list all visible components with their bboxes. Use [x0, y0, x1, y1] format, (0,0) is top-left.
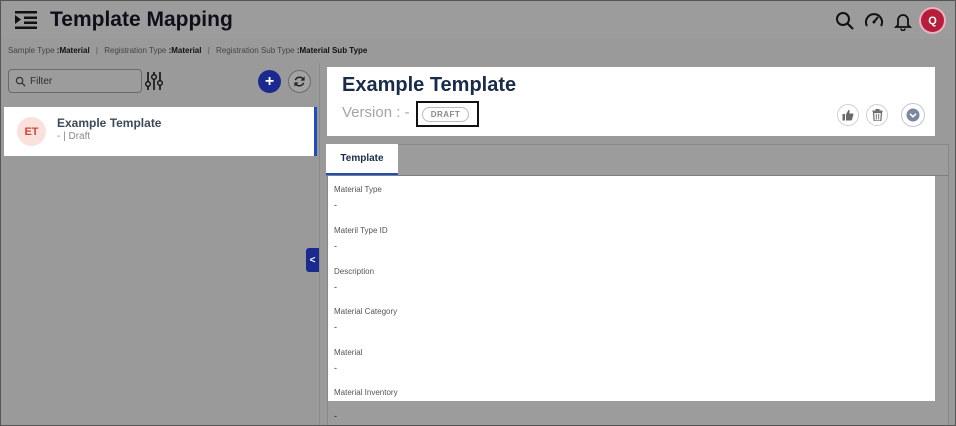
field-label: Material Type	[334, 185, 382, 194]
breadcrumb-sample-type-value: :Material	[56, 46, 90, 55]
more-actions-button[interactable]	[901, 103, 925, 127]
field-value: -	[334, 363, 337, 373]
breadcrumb-separator: |	[207, 46, 210, 55]
list-item-subtitle: - | Draft	[57, 131, 91, 142]
app-window: Template Mapping Q Sample Type :Material…	[0, 0, 956, 426]
field-material-category: Material Category -	[334, 307, 397, 332]
refresh-icon	[294, 76, 305, 87]
page-title: Template Mapping	[50, 8, 233, 31]
filter-placeholder: Filter	[30, 76, 53, 87]
chevron-down-icon	[906, 108, 920, 122]
status-badge-highlight: DRAFT	[416, 101, 479, 127]
detail-header: Example Template Version : - DRAFT	[327, 67, 935, 136]
tab-template[interactable]: Template	[326, 144, 398, 175]
breadcrumb-sample-type-key: Sample Type	[8, 46, 55, 55]
user-avatar[interactable]: Q	[921, 9, 944, 32]
field-material-type-id: Materil Type ID -	[334, 226, 388, 251]
field-label: Material Category	[334, 307, 398, 316]
field-label: Material Inventory	[334, 388, 398, 397]
top-header: Template Mapping Q	[2, 2, 955, 39]
field-material-type: Material Type -	[334, 185, 382, 210]
field-value: -	[334, 241, 337, 251]
sliders-icon[interactable]	[145, 71, 163, 91]
breadcrumb-separator: |	[95, 46, 98, 55]
field-value: -	[334, 411, 337, 421]
list-item-title: Example Template	[57, 116, 162, 130]
search-icon	[15, 76, 26, 87]
panel-divider	[319, 63, 320, 425]
version-label: Version : -	[342, 104, 410, 121]
breadcrumb: Sample Type :Material | Registration Typ…	[8, 46, 367, 55]
refresh-button[interactable]	[288, 70, 311, 93]
breadcrumb-registration-type-value: :Material	[168, 46, 202, 55]
field-value: -	[334, 282, 337, 292]
field-description: Description -	[334, 267, 374, 292]
field-label: Description	[334, 267, 375, 276]
template-avatar: ET	[17, 117, 46, 146]
approve-button[interactable]	[837, 104, 859, 126]
bell-icon[interactable]	[893, 11, 913, 31]
collapse-panel-button[interactable]: <	[306, 248, 319, 272]
field-label: Materil Type ID	[334, 226, 388, 235]
list-item[interactable]: ET Example Template - | Draft	[4, 107, 317, 156]
template-title: Example Template	[342, 74, 517, 96]
breadcrumb-registration-type-key: Registration Type	[104, 46, 167, 55]
template-fields: Material Type - Materil Type ID - Descri…	[328, 176, 935, 401]
field-value: -	[334, 200, 337, 210]
breadcrumb-registration-sub-type-value: :Material Sub Type	[296, 46, 368, 55]
status-badge: DRAFT	[422, 107, 469, 122]
dashboard-gauge-icon[interactable]	[864, 11, 884, 31]
field-value: -	[334, 322, 337, 332]
menu-icon[interactable]	[15, 10, 37, 30]
search-icon[interactable]	[835, 11, 855, 31]
field-material-inventory: Material Inventory	[334, 388, 398, 397]
breadcrumb-registration-sub-type-key: Registration Sub Type	[216, 46, 295, 55]
add-button[interactable]: +	[258, 70, 281, 93]
fields-overflow: -	[328, 401, 935, 425]
delete-button[interactable]	[866, 104, 888, 126]
field-label: Material	[334, 348, 363, 357]
thumbs-up-icon	[842, 109, 854, 121]
filter-input[interactable]: Filter	[8, 69, 142, 93]
trash-icon	[872, 109, 882, 121]
field-material: Material -	[334, 348, 362, 373]
